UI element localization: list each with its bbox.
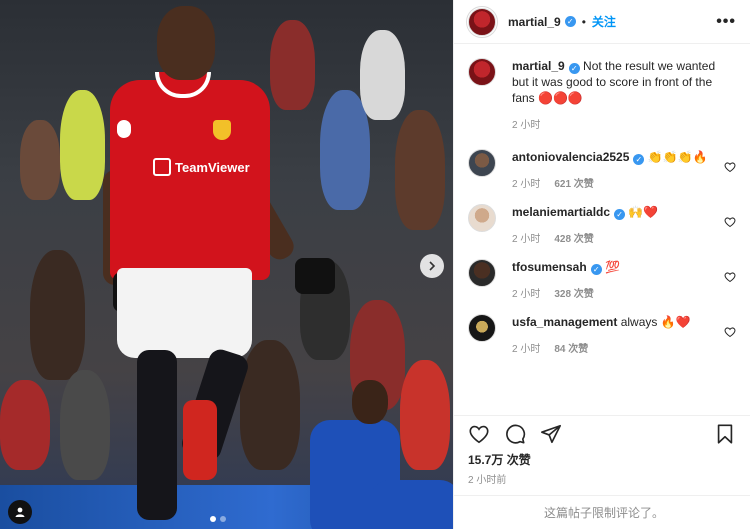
heart-icon[interactable]: [724, 216, 736, 228]
comment-time[interactable]: 2 小时: [512, 285, 540, 300]
comments-limited-notice: 这篇帖子限制评论了。: [454, 495, 750, 529]
post-sidebar: martial_9 ✓ • 关注 ••• martial_9 ✓ Not the …: [453, 0, 750, 529]
verified-badge-icon: ✓: [564, 16, 576, 27]
comment-likes[interactable]: 84 次赞: [554, 340, 588, 355]
comment-likes[interactable]: 328 次赞: [554, 285, 593, 300]
verified-badge-icon: ✓: [614, 209, 626, 220]
commenter-username[interactable]: tfosumensah: [512, 260, 587, 274]
heart-icon[interactable]: [724, 326, 736, 338]
paper-plane-icon[interactable]: [540, 423, 562, 445]
instagram-post-view: TeamViewer martial_9 ✓ • 关注 ••• martial_…: [0, 0, 750, 529]
opponent-players: [300, 380, 453, 529]
comments-list: martial_9 ✓ Not the result we wanted but …: [454, 44, 750, 415]
commenter-avatar[interactable]: [468, 204, 496, 232]
league-badge-icon: [117, 120, 131, 138]
commenter-username[interactable]: antoniovalencia2525: [512, 150, 629, 164]
comment-item: antoniovalencia2525 ✓ 👏👏👏🔥 2 小时 621 次赞: [468, 149, 736, 190]
sponsor-logo-icon: [153, 158, 171, 176]
comment-time[interactable]: 2 小时: [512, 175, 540, 190]
commenter-avatar[interactable]: [468, 314, 496, 342]
sponsor-text: TeamViewer: [175, 159, 250, 175]
comment-time[interactable]: 2 小时: [512, 230, 540, 245]
comment-likes[interactable]: 428 次赞: [554, 230, 593, 245]
comment-text: 💯: [605, 260, 620, 274]
post-header: martial_9 ✓ • 关注 •••: [454, 0, 750, 44]
separator-dot: •: [581, 14, 586, 29]
caption-time[interactable]: 2 小时: [512, 116, 540, 131]
comment-time[interactable]: 2 小时: [512, 340, 540, 355]
heart-icon[interactable]: [468, 423, 490, 445]
like-count[interactable]: 15.7万 次赞: [454, 451, 750, 469]
author-username[interactable]: martial_9: [508, 15, 561, 29]
posted-time[interactable]: 2 小时前: [454, 469, 750, 495]
commenter-avatar[interactable]: [468, 149, 496, 177]
follow-button[interactable]: 关注: [592, 13, 616, 30]
comment-text: 👏👏👏🔥: [647, 150, 708, 164]
more-options-button[interactable]: •••: [716, 13, 736, 31]
carousel-indicator: [210, 516, 226, 522]
caption-username[interactable]: martial_9: [512, 59, 565, 73]
commenter-avatar[interactable]: [468, 259, 496, 287]
commenter-username[interactable]: usfa_management: [512, 315, 617, 329]
comment-text: always 🔥❤️: [620, 315, 691, 329]
comment-item: usfa_management always 🔥❤️ 2 小时 84 次赞: [468, 314, 736, 355]
carousel-dot: [220, 516, 226, 522]
shirt-sponsor: TeamViewer: [153, 158, 250, 176]
verified-badge-icon: ✓: [590, 264, 602, 275]
club-crest-icon: [213, 120, 231, 140]
post-actions: [454, 415, 750, 451]
comment-likes[interactable]: 621 次赞: [554, 175, 593, 190]
comment-text: 🙌❤️: [628, 205, 659, 219]
heart-icon[interactable]: [724, 161, 736, 173]
commenter-username[interactable]: melaniemartialdc: [512, 205, 610, 219]
carousel-dot: [210, 516, 216, 522]
tagged-people-button[interactable]: [8, 500, 32, 524]
comment-icon[interactable]: [504, 423, 526, 445]
verified-badge-icon: ✓: [568, 63, 580, 74]
author-avatar[interactable]: [466, 5, 498, 38]
post-photo[interactable]: TeamViewer: [0, 0, 453, 529]
caption: martial_9 ✓ Not the result we wanted but …: [468, 58, 736, 131]
chevron-right-icon: [429, 261, 436, 271]
heart-icon[interactable]: [724, 271, 736, 283]
caption-text-block: martial_9 ✓ Not the result we wanted but …: [512, 58, 718, 106]
next-photo-button[interactable]: [420, 254, 444, 278]
comment-item: melaniemartialdc ✓ 🙌❤️ 2 小时 428 次赞: [468, 204, 736, 245]
person-icon: [15, 507, 25, 517]
verified-badge-icon: ✓: [633, 154, 645, 165]
comment-item: tfosumensah ✓ 💯 2 小时 328 次赞: [468, 259, 736, 300]
caption-avatar[interactable]: [468, 58, 496, 86]
bookmark-icon[interactable]: [714, 423, 736, 445]
